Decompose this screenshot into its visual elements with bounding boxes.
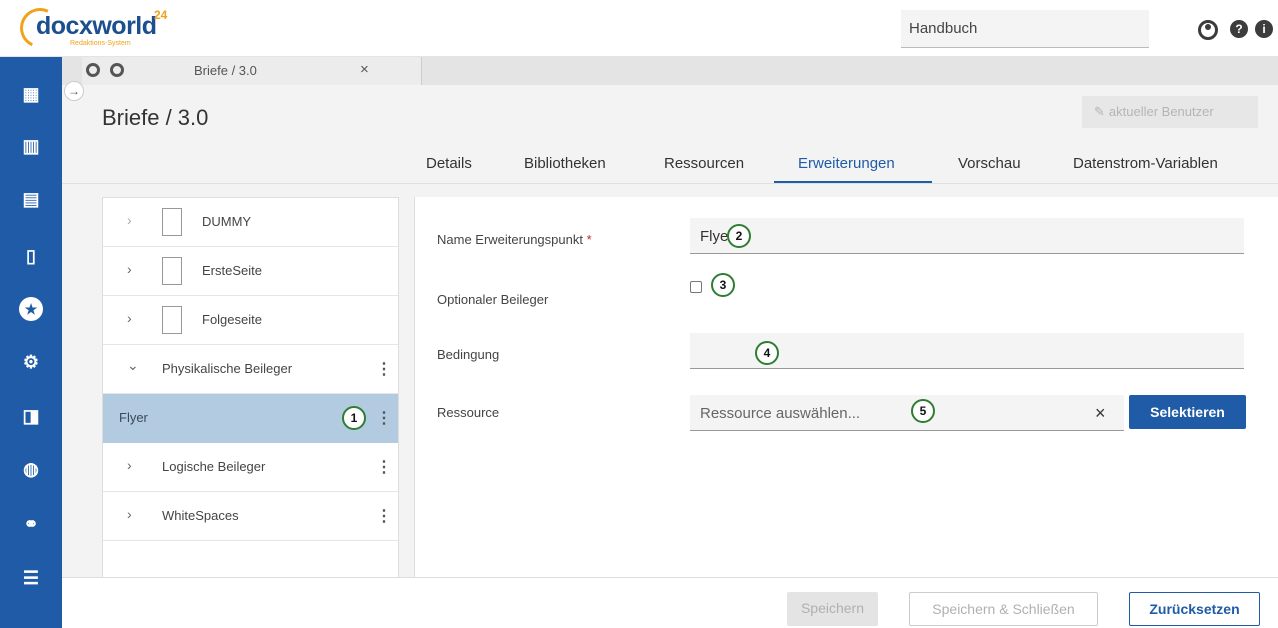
open-tabs-bar: Briefe / 3.0 × <box>62 57 1278 85</box>
page-icon <box>162 306 182 334</box>
page-icon <box>162 257 182 285</box>
tab-vorschau[interactable]: Vorschau <box>958 155 1021 172</box>
detail-tabs: Details Bibliotheken Ressourcen Erweiter… <box>62 147 1278 184</box>
tab-ressourcen[interactable]: Ressourcen <box>664 155 744 172</box>
select-resource-button[interactable]: Selektieren <box>1129 395 1246 429</box>
pencil-icon: ✎ <box>1094 104 1105 119</box>
optional-checkbox[interactable] <box>690 281 702 293</box>
resource-field[interactable]: Ressource auswählen... <box>690 395 1124 431</box>
more-options-icon[interactable]: ⋮ <box>376 408 392 428</box>
chevron-right-icon[interactable]: › <box>127 310 132 326</box>
open-tab-briefe[interactable]: Briefe / 3.0 × <box>82 57 422 85</box>
chevron-right-icon[interactable]: › <box>127 457 132 473</box>
tree-item[interactable]: › Logische Beileger ⋮ <box>103 443 398 492</box>
annotation-badge: 2 <box>727 224 751 248</box>
tree-item[interactable]: › WhiteSpaces ⋮ <box>103 492 398 541</box>
save-close-button[interactable]: Speichern & Schließen <box>909 592 1098 626</box>
annotation-badge: 1 <box>342 406 366 430</box>
reset-button[interactable]: Zurücksetzen <box>1129 592 1260 626</box>
annotation-badge: 4 <box>755 341 779 365</box>
open-tab-label: Briefe / 3.0 <box>194 63 257 78</box>
tree-item-label: Folgeseite <box>202 312 262 327</box>
more-options-icon[interactable]: ⋮ <box>376 359 392 379</box>
tab-bibliotheken[interactable]: Bibliotheken <box>524 155 606 172</box>
clear-icon[interactable]: × <box>1095 403 1106 424</box>
docxworld-logo[interactable]: docxworld 24 Redaktions-System <box>14 2 180 54</box>
chevron-right-icon[interactable]: › <box>127 506 132 522</box>
tree-item[interactable]: ⌄ Physikalische Beileger ⋮ <box>103 345 398 394</box>
tree-item-label: WhiteSpaces <box>162 508 239 523</box>
tab-datenstrom-variablen[interactable]: Datenstrom-Variablen <box>1073 155 1218 172</box>
tree-item-selected[interactable]: Flyer ⋮ 1 <box>103 394 398 443</box>
settings-icon[interactable] <box>86 63 100 77</box>
extension-tree: › DUMMY › ErsteSeite › Folgeseite ⌄ Phys… <box>102 197 399 587</box>
user-circle-icon[interactable] <box>1198 20 1218 40</box>
annotation-badge: 3 <box>711 273 735 297</box>
resource-label: Ressource <box>437 405 500 420</box>
tree-item-label: ErsteSeite <box>202 263 262 278</box>
form-footer: Speichern Speichern & Schließen Zurückse… <box>62 577 1278 628</box>
tree-item-label: Physikalische Beileger <box>162 361 293 376</box>
document-icon[interactable]: ▤ <box>0 179 62 219</box>
building-icon[interactable]: ▥ <box>0 126 62 166</box>
page-title: Briefe / 3.0 <box>102 105 209 130</box>
tree-item-label: DUMMY <box>202 214 252 229</box>
tree-item[interactable]: › ErsteSeite <box>103 247 398 296</box>
chevron-right-icon[interactable]: › <box>127 212 132 228</box>
extension-form: Name Erweiterungspunkt * Flyer 2 Optiona… <box>414 197 1278 587</box>
users-icon[interactable]: ☰ <box>0 558 62 598</box>
info-icon[interactable]: i <box>1255 20 1273 38</box>
book-icon[interactable]: ▯ <box>0 236 62 276</box>
app-header: docxworld 24 Redaktions-System Handbuch … <box>0 0 1278 57</box>
help-icon[interactable]: ? <box>1230 20 1248 38</box>
cogs-icon[interactable]: ⚙ <box>0 342 62 382</box>
more-options-icon[interactable]: ⋮ <box>376 506 392 526</box>
handbook-search-input[interactable]: Handbuch <box>901 10 1149 48</box>
tab-details[interactable]: Details <box>426 155 472 172</box>
name-label: Name Erweiterungspunkt * <box>437 232 592 247</box>
star-icon[interactable]: ★ <box>0 289 62 329</box>
tree-item-label: Logische Beileger <box>162 459 266 474</box>
globe-icon[interactable]: ◍ <box>0 449 62 489</box>
left-navigation: ▦ ▥ ▤ ▯ ★ ⚙ ◨ ◍ ⚭ ☰ <box>0 57 62 628</box>
annotation-badge: 5 <box>911 399 935 423</box>
main-content: Briefe / 3.0 ✎ aktueller Benutzer Details… <box>62 85 1278 628</box>
logo-subtitle: Redaktions-System <box>70 40 131 47</box>
tree-item-label: Flyer <box>119 410 148 425</box>
required-mark: * <box>586 232 592 247</box>
settings-icon[interactable] <box>110 63 124 77</box>
current-user-button[interactable]: ✎ aktueller Benutzer <box>1082 96 1258 128</box>
tree-item[interactable]: › Folgeseite <box>103 296 398 345</box>
condition-label: Bedingung <box>437 347 500 362</box>
more-options-icon[interactable]: ⋮ <box>376 457 392 477</box>
logo-superscript: 24 <box>154 8 168 22</box>
logo-text: docxworld <box>36 12 157 40</box>
file-icon[interactable]: ◨ <box>0 396 62 436</box>
close-tab-icon[interactable]: × <box>360 61 369 78</box>
link-icon[interactable]: ⚭ <box>0 504 62 544</box>
optional-label: Optionaler Beileger <box>437 292 549 307</box>
dashboard-icon[interactable]: ▦ <box>0 74 62 114</box>
chevron-right-icon[interactable]: › <box>127 261 132 277</box>
page-icon <box>162 208 182 236</box>
tree-item[interactable]: › DUMMY <box>103 198 398 247</box>
tabs-divider <box>62 183 1278 184</box>
save-button[interactable]: Speichern <box>787 592 878 626</box>
name-field[interactable]: Flyer <box>690 218 1244 254</box>
expand-arrow-icon[interactable]: → <box>64 81 84 101</box>
chevron-down-icon[interactable]: ⌄ <box>127 357 139 374</box>
tab-erweiterungen[interactable]: Erweiterungen <box>798 155 895 172</box>
